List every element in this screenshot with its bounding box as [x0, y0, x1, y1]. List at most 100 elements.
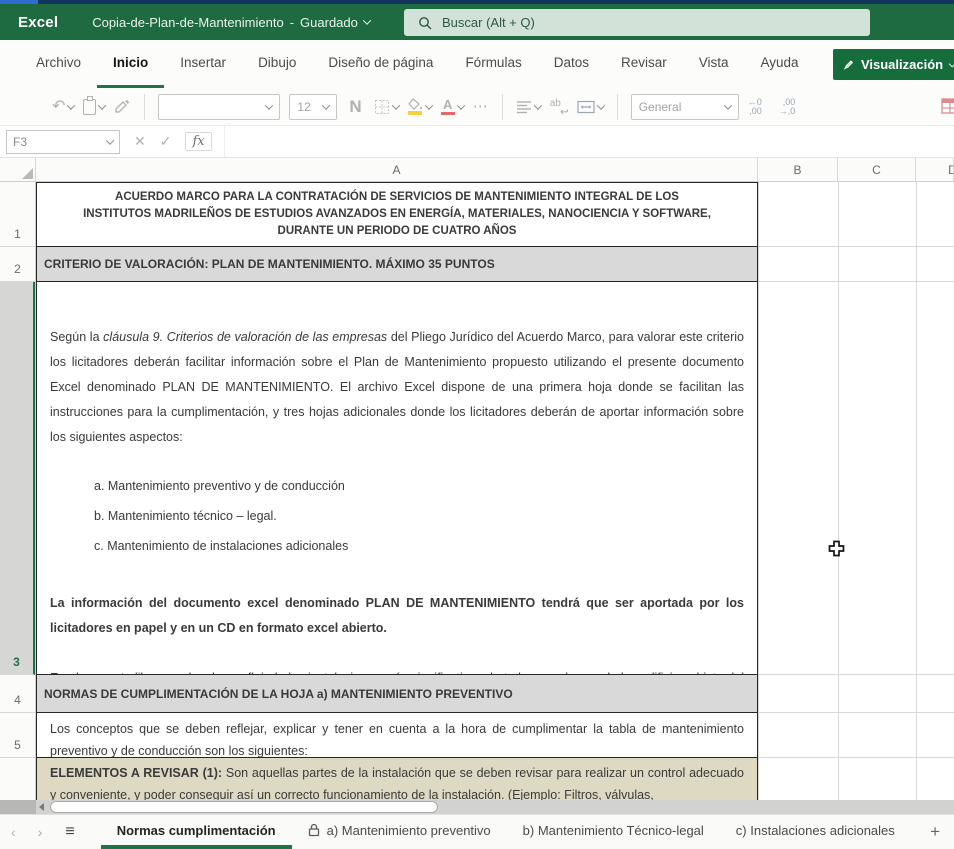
chevron-down-icon: [948, 59, 954, 67]
view-mode-button[interactable]: Visualización: [833, 49, 954, 80]
fill-color-swatch: [408, 111, 423, 115]
insert-function-button[interactable]: fx: [185, 132, 212, 151]
chevron-down-icon[interactable]: [105, 135, 115, 145]
ribbon-toolbar: ↶ 12 N A ⋯ ab ↩ General ←0 ,00 ,00 →,0: [0, 88, 954, 126]
sheet-next-button[interactable]: ›: [27, 815, 54, 849]
undo-button[interactable]: ↶: [52, 98, 76, 115]
sheet-tab-preventivo[interactable]: a) Mantenimiento preventivo: [292, 815, 507, 849]
toolbar-divider: [501, 93, 503, 120]
chevron-down-icon: [265, 100, 274, 110]
column-header-d[interactable]: D: [916, 158, 954, 181]
row-header-4[interactable]: 4: [0, 675, 35, 713]
font-size-value: 12: [297, 99, 311, 114]
column-header-a[interactable]: A: [36, 158, 758, 181]
document-title-group[interactable]: Copia-de-Plan-de-Mantenimiento - Guardad…: [92, 14, 372, 30]
font-color-button[interactable]: A: [440, 98, 465, 116]
ribbon-tab-revisar[interactable]: Revisar: [605, 40, 683, 88]
row-header-3[interactable]: 3: [0, 282, 35, 675]
merge-cells-button[interactable]: [577, 100, 605, 114]
format-painter-icon[interactable]: [114, 99, 131, 115]
scrollbar-thumb[interactable]: [50, 801, 438, 813]
column-header-c[interactable]: C: [838, 158, 916, 181]
chevron-down-icon[interactable]: [424, 100, 433, 110]
cell-a6[interactable]: ELEMENTOS A REVISAR (1): Son aquellas pa…: [36, 757, 758, 801]
decrease-decimal-button[interactable]: ←0 ,00: [748, 97, 762, 116]
formula-input[interactable]: [223, 126, 954, 157]
view-mode-label: Visualización: [860, 57, 944, 72]
ribbon-tab-bar: Archivo Inicio Insertar Dibujo Diseño de…: [0, 40, 954, 88]
ribbon-tab-ayuda[interactable]: Ayuda: [745, 40, 815, 88]
row-header-2[interactable]: 2: [0, 247, 35, 282]
ribbon-tab-insertar[interactable]: Insertar: [164, 40, 242, 88]
add-sheet-button[interactable]: +: [916, 815, 954, 849]
fill-color-button[interactable]: [407, 98, 433, 115]
toolbar-divider: [144, 93, 146, 120]
row-header-1[interactable]: 1: [0, 182, 35, 247]
ribbon-tab-vista[interactable]: Vista: [683, 40, 745, 88]
wrap-return-arrow-icon: ↩: [560, 106, 569, 118]
chevron-down-icon[interactable]: [456, 100, 465, 110]
chevron-down-icon[interactable]: [67, 100, 76, 110]
cancel-icon[interactable]: ✕: [134, 133, 146, 150]
chevron-down-icon[interactable]: [596, 100, 605, 110]
row-header-5[interactable]: 5: [0, 713, 35, 758]
sheet-prev-button[interactable]: ‹: [0, 815, 27, 849]
chevron-down-icon[interactable]: [362, 16, 372, 25]
app-logo[interactable]: Excel: [18, 14, 58, 31]
toolbar-divider: [616, 93, 618, 120]
search-placeholder: Buscar (Alt + Q): [442, 15, 535, 30]
gridline: [758, 182, 759, 800]
search-icon: [419, 16, 432, 29]
spreadsheet-grid[interactable]: 1 2 3 4 5 ACUERDO MARCO PARA LA CONTRATA…: [0, 182, 954, 801]
wrap-text-button[interactable]: ab ↩: [549, 97, 569, 118]
ribbon-tab-diseno[interactable]: Diseño de página: [312, 40, 449, 88]
font-size-select[interactable]: 12: [289, 93, 338, 120]
cell-a3[interactable]: Según la cláusula 9. Criterios de valora…: [36, 281, 758, 735]
cell-a4[interactable]: NORMAS DE CUMPLIMENTACIÓN DE LA HOJA a) …: [36, 674, 758, 713]
cell-a3-paragraph-bold: La información del documento excel denom…: [50, 596, 744, 635]
excel-online-window: Excel Copia-de-Plan-de-Mantenimiento - G…: [0, 0, 954, 849]
more-options-button[interactable]: ⋯: [473, 99, 489, 114]
sheet-list-menu-button[interactable]: ≡: [53, 815, 86, 849]
name-box[interactable]: F3: [6, 129, 120, 154]
scroll-left-arrow-icon[interactable]: [39, 803, 44, 811]
horizontal-scrollbar[interactable]: [0, 800, 954, 814]
bold-button[interactable]: N: [349, 97, 361, 117]
cell-a2[interactable]: CRITERIO DE VALORACIÓN: PLAN DE MANTENIM…: [36, 246, 758, 282]
list-item: b. Mantenimiento técnico – legal.: [94, 509, 277, 523]
ribbon-tab-formulas[interactable]: Fórmulas: [449, 40, 537, 88]
font-name-select[interactable]: [158, 93, 281, 120]
titlebar: Excel Copia-de-Plan-de-Mantenimiento - G…: [0, 4, 954, 40]
search-input[interactable]: Buscar (Alt + Q): [404, 9, 870, 36]
paste-button[interactable]: [83, 95, 107, 115]
scrollbar-corner: [0, 800, 36, 814]
number-format-select[interactable]: General: [630, 93, 739, 120]
increase-decimal-button[interactable]: ,00 →,0: [779, 97, 796, 116]
alignment-button[interactable]: [516, 100, 542, 114]
save-status[interactable]: Guardado: [300, 15, 358, 30]
select-all-button[interactable]: [0, 158, 36, 181]
chevron-down-icon[interactable]: [533, 100, 542, 110]
column-header-b[interactable]: B: [758, 158, 838, 181]
ribbon-tab-archivo[interactable]: Archivo: [20, 40, 97, 88]
wrap-text-icon: ab: [549, 97, 561, 109]
sheet-tab-normas[interactable]: Normas cumplimentación: [100, 815, 292, 849]
document-title[interactable]: Copia-de-Plan-de-Mantenimiento: [92, 15, 284, 30]
chevron-down-icon: [322, 100, 331, 110]
chevron-down-icon[interactable]: [391, 100, 400, 110]
borders-button[interactable]: [374, 99, 400, 115]
ribbon-tab-datos[interactable]: Datos: [538, 40, 605, 88]
name-box-value: F3: [13, 134, 28, 149]
cell-a1[interactable]: ACUERDO MARCO PARA LA CONTRATACIÓN DE SE…: [36, 182, 758, 247]
ribbon-tab-dibujo[interactable]: Dibujo: [242, 40, 312, 88]
sheet-tab-instalaciones[interactable]: c) Instalaciones adicionales: [720, 815, 911, 849]
cell-a3-paragraph-1: Según la cláusula 9. Criterios de valora…: [50, 330, 744, 444]
enter-check-icon[interactable]: ✓: [160, 133, 172, 150]
cell-a5[interactable]: Los conceptos que se deben reflejar, exp…: [36, 712, 758, 758]
ribbon-tab-inicio[interactable]: Inicio: [97, 40, 165, 88]
sheet-tab-label: c) Instalaciones adicionales: [735, 822, 895, 838]
chevron-down-icon[interactable]: [98, 100, 107, 110]
sheet-tab-tecnico-legal[interactable]: b) Mantenimiento Técnico-legal: [507, 815, 720, 849]
title-separator: -: [289, 14, 295, 30]
format-as-table-icon[interactable]: [941, 98, 954, 114]
